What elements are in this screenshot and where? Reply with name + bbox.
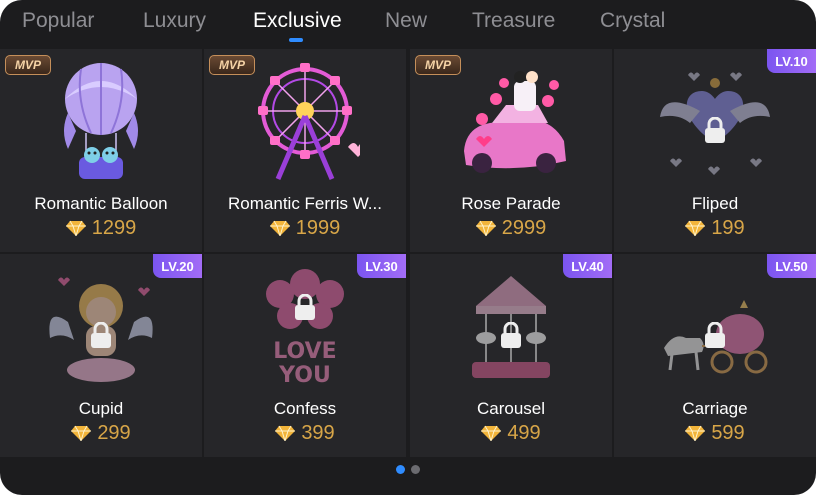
tab-crystal[interactable]: Crystal [600, 9, 665, 33]
gift-price-value: 2999 [501, 216, 547, 239]
diamond-icon [65, 220, 86, 236]
level-badge: LV.10 [767, 49, 816, 73]
diamond-icon [275, 425, 296, 441]
gift-name: Romantic Balloon [34, 194, 168, 213]
gift-price: 199 [614, 216, 816, 240]
tab-treasure[interactable]: Treasure [472, 9, 555, 33]
lock-icon [705, 322, 725, 348]
ferris-wheel-icon [258, 63, 360, 180]
gift-panel: Popular Luxury Exclusive New Treasure Cr… [0, 0, 816, 495]
gift-name: Carousel [476, 399, 546, 418]
diamond-icon [269, 220, 290, 236]
mvp-badge: MVP [209, 55, 255, 75]
lock-icon [705, 117, 725, 143]
gift-name: Cupid [78, 399, 124, 418]
svg-text:LOVE: LOVE [273, 339, 336, 364]
mvp-badge: MVP [5, 55, 51, 75]
lock-icon [501, 322, 521, 348]
gift-price-value: 1299 [91, 216, 137, 239]
diamond-icon [475, 220, 496, 236]
gift-grid: MVP Romantic Balloon 1299 MVP Romantic F… [0, 49, 816, 459]
page-dot-2[interactable] [411, 465, 420, 474]
gift-card-cupid[interactable]: LV.20 Cupid 299 [0, 254, 202, 457]
tab-luxury[interactable]: Luxury [143, 9, 206, 33]
level-badge: LV.30 [357, 254, 406, 278]
gift-price-value: 299 [97, 421, 131, 444]
diamond-icon [481, 425, 502, 441]
gift-price-value: 399 [301, 421, 335, 444]
love-you-balloons-icon: LOVE YOU [266, 269, 344, 388]
lock-icon [295, 294, 315, 320]
active-tab-indicator [289, 38, 303, 42]
level-badge: LV.50 [767, 254, 816, 278]
gift-name: Carriage [682, 399, 748, 418]
level-badge: LV.40 [563, 254, 612, 278]
level-badge: LV.20 [153, 254, 202, 278]
gift-name: Fliped [691, 194, 739, 213]
gift-price: 499 [410, 421, 612, 445]
tab-popular[interactable]: Popular [22, 9, 94, 33]
gift-price: 1999 [204, 216, 406, 240]
gift-name: Romantic Ferris W... [228, 194, 382, 213]
page-indicator [0, 465, 816, 477]
gift-card-fliped[interactable]: LV.10 Fliped 199 [614, 49, 816, 252]
gift-card-confess[interactable]: LOVE YOU LV.30 Confess 399 [204, 254, 406, 457]
gift-card-romantic-ferris-wheel[interactable]: MVP Romantic Ferris W... 1999 [204, 49, 406, 252]
category-tabs: Popular Luxury Exclusive New Treasure Cr… [0, 0, 816, 46]
gift-price: 2999 [410, 216, 612, 240]
gift-card-carousel[interactable]: LV.40 Carousel 499 [410, 254, 612, 457]
lock-icon [91, 322, 111, 348]
gift-card-carriage[interactable]: LV.50 Carriage 599 [614, 254, 816, 457]
diamond-icon [685, 220, 706, 236]
gift-price-value: 1999 [295, 216, 341, 239]
gift-price: 399 [204, 421, 406, 445]
gift-price-value: 599 [711, 421, 745, 444]
diamond-icon [71, 425, 92, 441]
rose-car-icon [464, 71, 566, 173]
gift-name: Rose Parade [461, 194, 561, 213]
gift-price: 1299 [0, 216, 202, 240]
mvp-badge: MVP [415, 55, 461, 75]
svg-text:YOU: YOU [278, 363, 331, 388]
gift-card-rose-parade[interactable]: MVP Rose Parade 2999 [410, 49, 612, 252]
hot-air-balloon-icon [64, 63, 138, 179]
diamond-icon [685, 425, 706, 441]
gift-price: 299 [0, 421, 202, 445]
gift-name: Confess [273, 399, 337, 418]
gift-card-romantic-balloon[interactable]: MVP Romantic Balloon 1299 [0, 49, 202, 252]
tab-exclusive[interactable]: Exclusive [253, 9, 342, 33]
gift-price: 599 [614, 421, 816, 445]
gift-price-value: 199 [711, 216, 745, 239]
page-dot-1[interactable] [396, 465, 405, 474]
tab-new[interactable]: New [385, 9, 427, 33]
gift-price-value: 499 [507, 421, 541, 444]
